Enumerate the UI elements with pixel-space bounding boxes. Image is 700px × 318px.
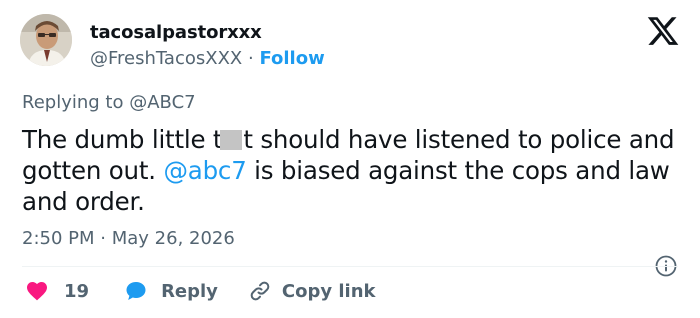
replying-to-prefix: Replying to [22, 92, 124, 113]
timestamp-separator: · [100, 228, 106, 249]
tweet-text-part-1: The dumb little t [22, 125, 223, 154]
like-count: 19 [64, 280, 90, 302]
avatar-image [20, 14, 72, 66]
action-bar: 19 Reply Copy link [24, 278, 376, 304]
heart-icon [27, 282, 47, 301]
replying-to: Replying to @ABC7 [22, 92, 196, 113]
author-handle[interactable]: @FreshTacosXXX [90, 48, 242, 69]
timestamp-date: May 26, 2026 [111, 228, 235, 249]
author-display-name[interactable]: tacosalpastorxxx [90, 22, 262, 43]
timestamp[interactable]: 2:50 PM · May 26, 2026 [22, 228, 235, 249]
tweet-text: The dumb little tt should have listened … [22, 124, 686, 217]
link-icon [250, 281, 270, 301]
handle-separator: · [247, 48, 254, 69]
follow-button[interactable]: Follow [259, 48, 324, 69]
copy-link-label: Copy link [281, 280, 376, 302]
replying-to-target[interactable]: @ABC7 [129, 92, 195, 113]
reply-label: Reply [161, 280, 218, 302]
like-button[interactable]: 19 [24, 279, 89, 303]
author-handle-row: @FreshTacosXXX · Follow [90, 48, 325, 69]
censor-block [220, 130, 243, 150]
copy-link-button[interactable]: Copy link [248, 279, 376, 303]
avatar[interactable] [20, 14, 72, 66]
tweet-mention[interactable]: @abc7 [163, 156, 246, 185]
timestamp-time: 2:50 PM [22, 228, 95, 249]
reply-button[interactable]: Reply [123, 279, 218, 303]
speech-bubble-icon [126, 282, 146, 300]
divider [22, 266, 678, 267]
x-logo-icon[interactable] [646, 14, 680, 48]
